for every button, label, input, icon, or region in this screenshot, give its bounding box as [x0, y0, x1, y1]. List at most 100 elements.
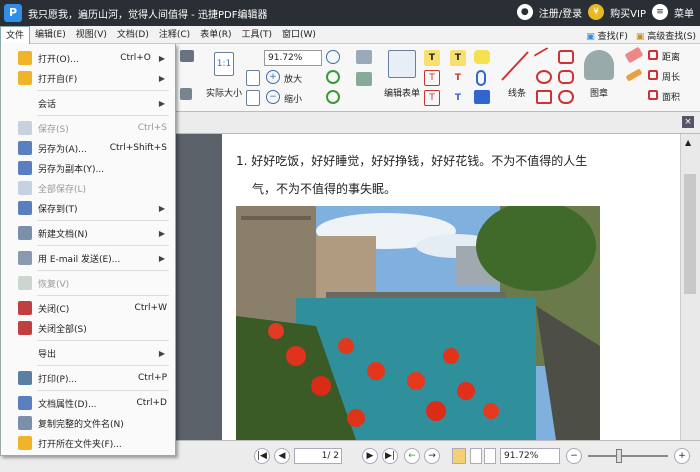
zoom-slider[interactable] — [588, 455, 668, 457]
find-button[interactable]: ▣ 查找(F) — [586, 29, 628, 42]
zoom-slider-thumb[interactable] — [616, 449, 622, 463]
copy-name-icon — [18, 416, 32, 430]
file-menu-item[interactable]: 用 E-mail 发送(E)... ▶ — [1, 248, 175, 268]
file-menu-item[interactable]: 另存为(A)... Ctrl+Shift+S — [1, 138, 175, 158]
text-box-icon[interactable]: T — [424, 70, 440, 86]
title-actions: ● 注册/登录 ¥ 购买VIP ≡ 菜单 — [516, 4, 694, 20]
buy-vip-link[interactable]: 购买VIP — [610, 5, 646, 20]
file-menu-item-label: 另存为(A)... — [38, 144, 87, 155]
line-tool-icon[interactable] — [500, 50, 530, 82]
add-icon[interactable] — [326, 50, 340, 64]
text-tool-icon[interactable]: T — [424, 50, 440, 66]
pencil-icon[interactable] — [625, 68, 643, 82]
advanced-find-button[interactable]: ▣ 高级查找(S) — [636, 29, 696, 42]
continuous-view-icon[interactable] — [470, 448, 482, 464]
file-menu-item[interactable]: 导出 ▶ — [1, 343, 175, 363]
zoom-in-label[interactable]: 放大 — [284, 72, 302, 85]
page-number-input[interactable]: 1/ 2 — [294, 448, 342, 464]
file-menu-item[interactable]: 新建文档(N) ▶ — [1, 223, 175, 243]
polygon-tool-icon[interactable] — [558, 50, 574, 64]
area-icon[interactable] — [648, 90, 658, 100]
menu-view[interactable]: 视图(V) — [71, 26, 112, 44]
lines-label[interactable]: 线条 — [508, 86, 526, 99]
menu-file[interactable]: 文件 — [0, 25, 31, 44]
attach-icon[interactable] — [476, 70, 486, 86]
actual-size-icon[interactable]: 1:1 — [214, 52, 234, 76]
strikeout-icon[interactable]: T — [450, 70, 466, 86]
menu-tools[interactable]: 工具(T) — [236, 26, 277, 44]
distance-label[interactable]: 距离 — [662, 50, 680, 63]
file-menu-item[interactable]: 另存为副本(Y)... — [1, 158, 175, 178]
file-menu-item[interactable]: 文档属性(D)... Ctrl+D — [1, 393, 175, 413]
zoom-in-icon[interactable]: + — [266, 70, 280, 84]
file-menu-item[interactable]: 复制完整的文件名(N) — [1, 413, 175, 433]
prev-page-button[interactable]: ◀ — [274, 448, 290, 464]
vertical-scrollbar[interactable]: ▲ — [680, 134, 700, 440]
camera-icon[interactable] — [180, 50, 194, 62]
zoom-out-status-button[interactable]: − — [566, 448, 582, 464]
actual-size-label[interactable]: 实际大小 — [206, 86, 242, 99]
edit-form-icon[interactable] — [388, 50, 416, 78]
cloud-tool-icon[interactable] — [558, 90, 574, 104]
refresh-icon[interactable] — [326, 90, 340, 104]
zoom-select[interactable]: 91.72% — [264, 50, 322, 66]
area-label[interactable]: 面积 — [662, 90, 680, 103]
next-page-button[interactable]: ▶ — [362, 448, 378, 464]
file-menu-item[interactable]: 打开所在文件夹(F)... — [1, 433, 175, 453]
zoom-out-icon[interactable]: − — [266, 90, 280, 104]
file-menu-item[interactable]: 打印(P)... Ctrl+P — [1, 368, 175, 388]
note-icon[interactable] — [474, 50, 490, 64]
file-menu-item[interactable]: 会话 ▶ — [1, 93, 175, 113]
menu-form[interactable]: 表单(R) — [195, 26, 236, 44]
forward-button[interactable]: → — [424, 448, 440, 464]
rectangle-tool-icon[interactable] — [536, 90, 552, 104]
edit-form-label[interactable]: 编辑表单 — [384, 86, 420, 99]
print-small-icon[interactable] — [180, 88, 192, 100]
file-menu-item-label: 用 E-mail 发送(E)... — [38, 254, 121, 265]
zoom-out-label[interactable]: 缩小 — [284, 92, 302, 105]
underline-icon[interactable]: T — [450, 90, 466, 106]
menu-document[interactable]: 文档(D) — [112, 26, 154, 44]
menu-window[interactable]: 窗口(W) — [277, 26, 321, 44]
file-menu-dropdown: 打开(O)... Ctrl+O ▶ 打开自(F) ▶ 会话 ▶ 保存(S) Ctrl+S 另存为(… — [0, 44, 176, 456]
perimeter-label[interactable]: 周长 — [662, 70, 680, 83]
main-menu-button[interactable]: 菜单 — [674, 5, 694, 20]
zoom-select-status[interactable]: 91.72% — [500, 448, 560, 464]
file-menu-item[interactable]: 关闭(C) Ctrl+W — [1, 298, 175, 318]
file-menu-item[interactable]: 打开自(F) ▶ — [1, 68, 175, 88]
menu-comment[interactable]: 注释(C) — [154, 26, 195, 44]
fit-width-icon[interactable] — [246, 90, 260, 106]
file-menu-item[interactable]: 打开(O)... Ctrl+O ▶ — [1, 48, 175, 68]
arrow-tool-icon[interactable] — [533, 46, 555, 68]
login-link[interactable]: 注册/登录 — [539, 5, 582, 20]
scroll-up-icon[interactable]: ▲ — [685, 138, 691, 147]
perimeter-icon[interactable] — [648, 70, 658, 80]
last-page-button[interactable]: ▶| — [382, 448, 398, 464]
user-icon[interactable]: ● — [516, 4, 533, 20]
close-tab-icon[interactable]: × — [682, 116, 694, 128]
stamp-label[interactable]: 图章 — [590, 86, 608, 99]
menu-icon[interactable]: ≡ — [652, 4, 668, 20]
callout-icon[interactable]: T — [424, 90, 440, 106]
single-page-view-icon[interactable] — [452, 448, 466, 464]
sound-icon[interactable] — [474, 90, 490, 104]
two-page-view-icon[interactable] — [484, 448, 496, 464]
fit-page-icon[interactable] — [246, 70, 260, 86]
circle-tool-icon[interactable] — [536, 70, 552, 84]
select-tool-icon[interactable] — [356, 50, 372, 64]
rotate-icon[interactable] — [326, 70, 340, 84]
distance-icon[interactable] — [648, 50, 658, 60]
highlight-icon[interactable]: T — [450, 50, 466, 66]
scroll-thumb[interactable] — [684, 174, 696, 294]
stamp-icon[interactable] — [584, 50, 614, 80]
polyline-tool-icon[interactable] — [558, 70, 574, 84]
eraser-icon[interactable] — [624, 46, 644, 64]
file-menu-item[interactable]: 关闭全部(S) — [1, 318, 175, 338]
menu-edit[interactable]: 编辑(E) — [30, 26, 71, 44]
zoom-in-status-button[interactable]: + — [674, 448, 690, 464]
image-tool-icon[interactable] — [356, 72, 372, 86]
first-page-button[interactable]: |◀ — [254, 448, 270, 464]
file-menu-item[interactable]: 保存到(T) ▶ — [1, 198, 175, 218]
back-button[interactable]: ← — [404, 448, 420, 464]
vip-icon[interactable]: ¥ — [588, 4, 605, 20]
